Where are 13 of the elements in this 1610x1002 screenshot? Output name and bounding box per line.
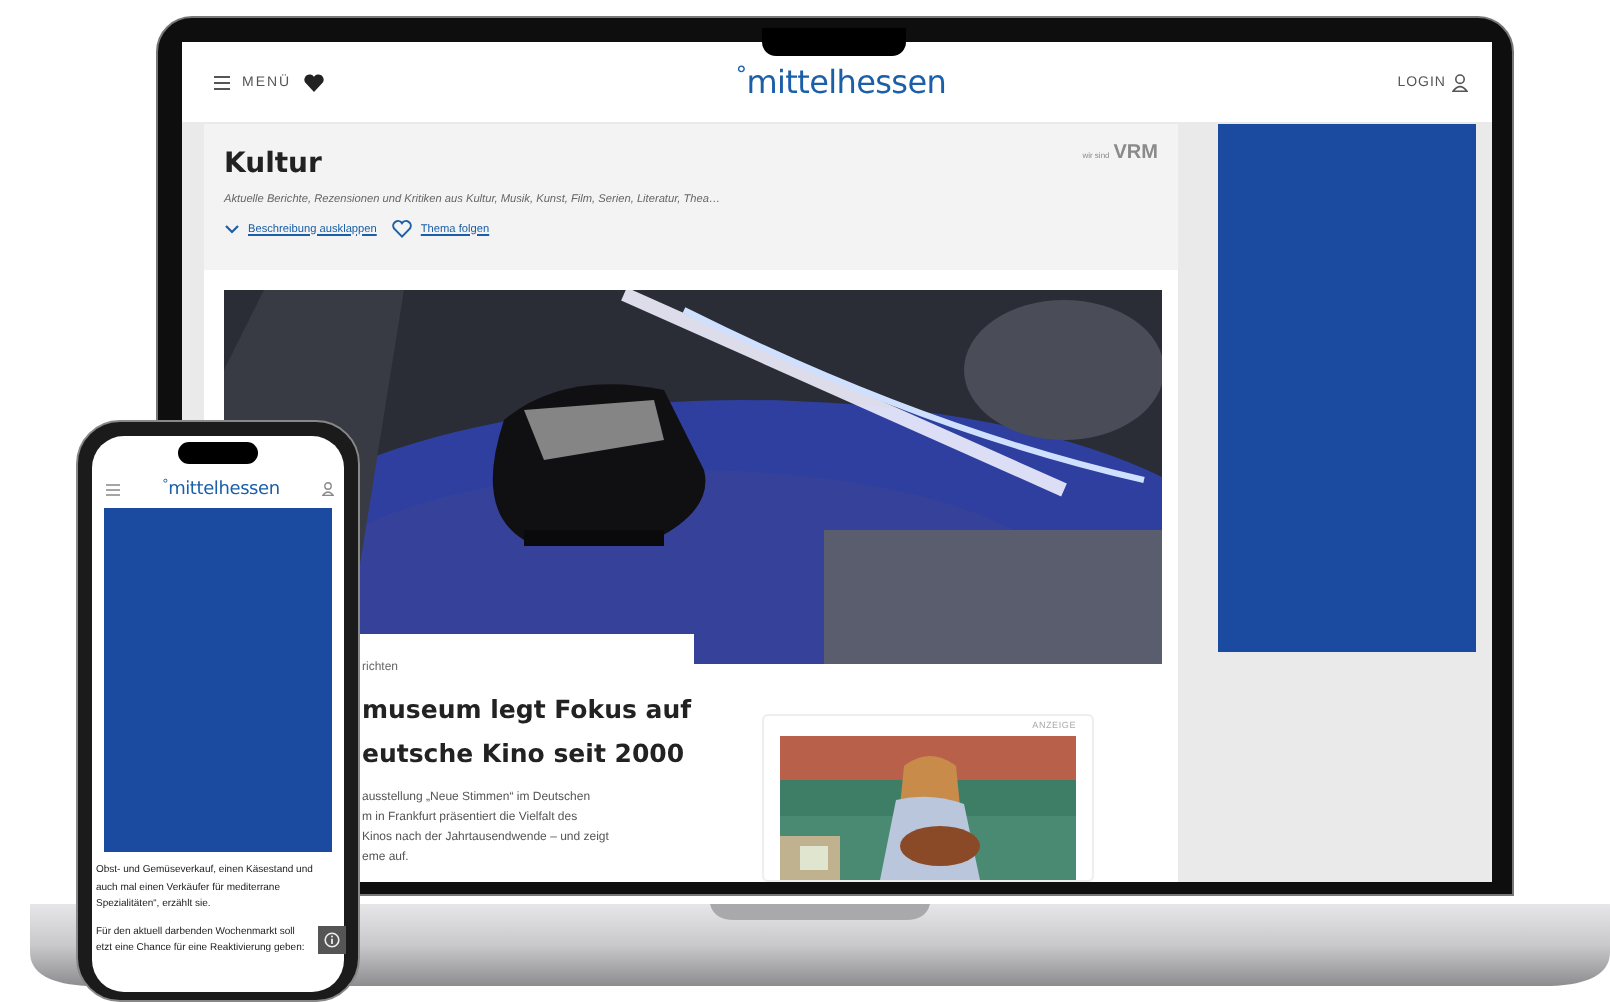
camera-notch — [178, 442, 258, 464]
site-logo[interactable]: $^{°}$mittelhessen — [162, 478, 280, 501]
chevron-icon — [224, 224, 240, 234]
camera-notch — [762, 28, 906, 56]
site-logo[interactable]: $^{°}$mittelhessen — [735, 62, 947, 102]
menu-icon[interactable] — [214, 75, 230, 89]
heart-icon — [392, 220, 413, 238]
heart-icon[interactable] — [303, 73, 324, 91]
topic-title: Kultur — [224, 146, 322, 180]
info-icon — [324, 932, 340, 948]
user-icon[interactable] — [322, 482, 334, 497]
info-button[interactable] — [318, 926, 346, 954]
user-icon — [1452, 73, 1468, 91]
